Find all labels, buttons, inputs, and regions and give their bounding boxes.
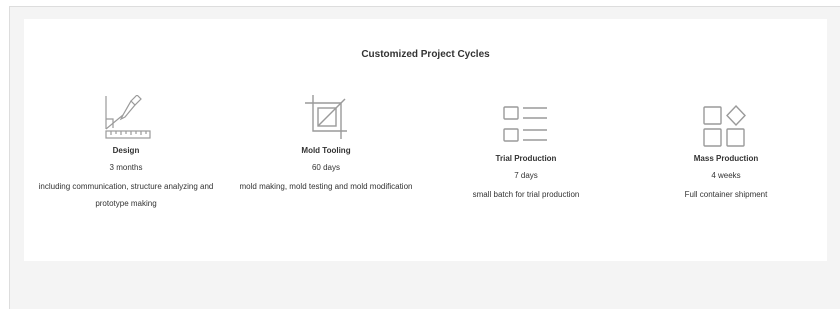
crop-tooling-icon [305,95,347,139]
stage-description: small batch for trial production [472,190,580,199]
stage-duration: 3 months [109,163,143,172]
stage-description: including communication, structure analy… [38,182,214,208]
page-background: Customized Project Cycles Design 3 month… [9,6,840,309]
stage-name: Mass Production [693,154,759,163]
section-title: Customized Project Cycles [361,49,490,60]
grid-shapes-icon [703,104,746,147]
stage-name: Mold Tooling [301,146,351,155]
stage-mass-production: Mass Production 4 weeks Full container s… [626,103,826,203]
stage-description: Full container shipment [684,190,768,199]
stage-design: Design 3 months including communication,… [26,95,226,212]
stage-trial-production: Trial Production 7 days small batch for … [426,103,626,203]
stage-duration: 4 weeks [711,171,741,180]
list-icon [503,106,547,142]
design-ruler-pen-icon [105,95,151,139]
stage-mold-tooling: Mold Tooling 60 days mold making, mold t… [226,95,426,195]
project-cycles-card: Customized Project Cycles Design 3 month… [24,19,827,261]
stage-name: Trial Production [495,154,557,163]
stage-duration: 60 days [311,163,341,172]
stage-duration: 7 days [514,171,538,180]
stage-description: mold making, mold testing and mold modif… [239,182,413,191]
stage-name: Design [112,146,140,155]
